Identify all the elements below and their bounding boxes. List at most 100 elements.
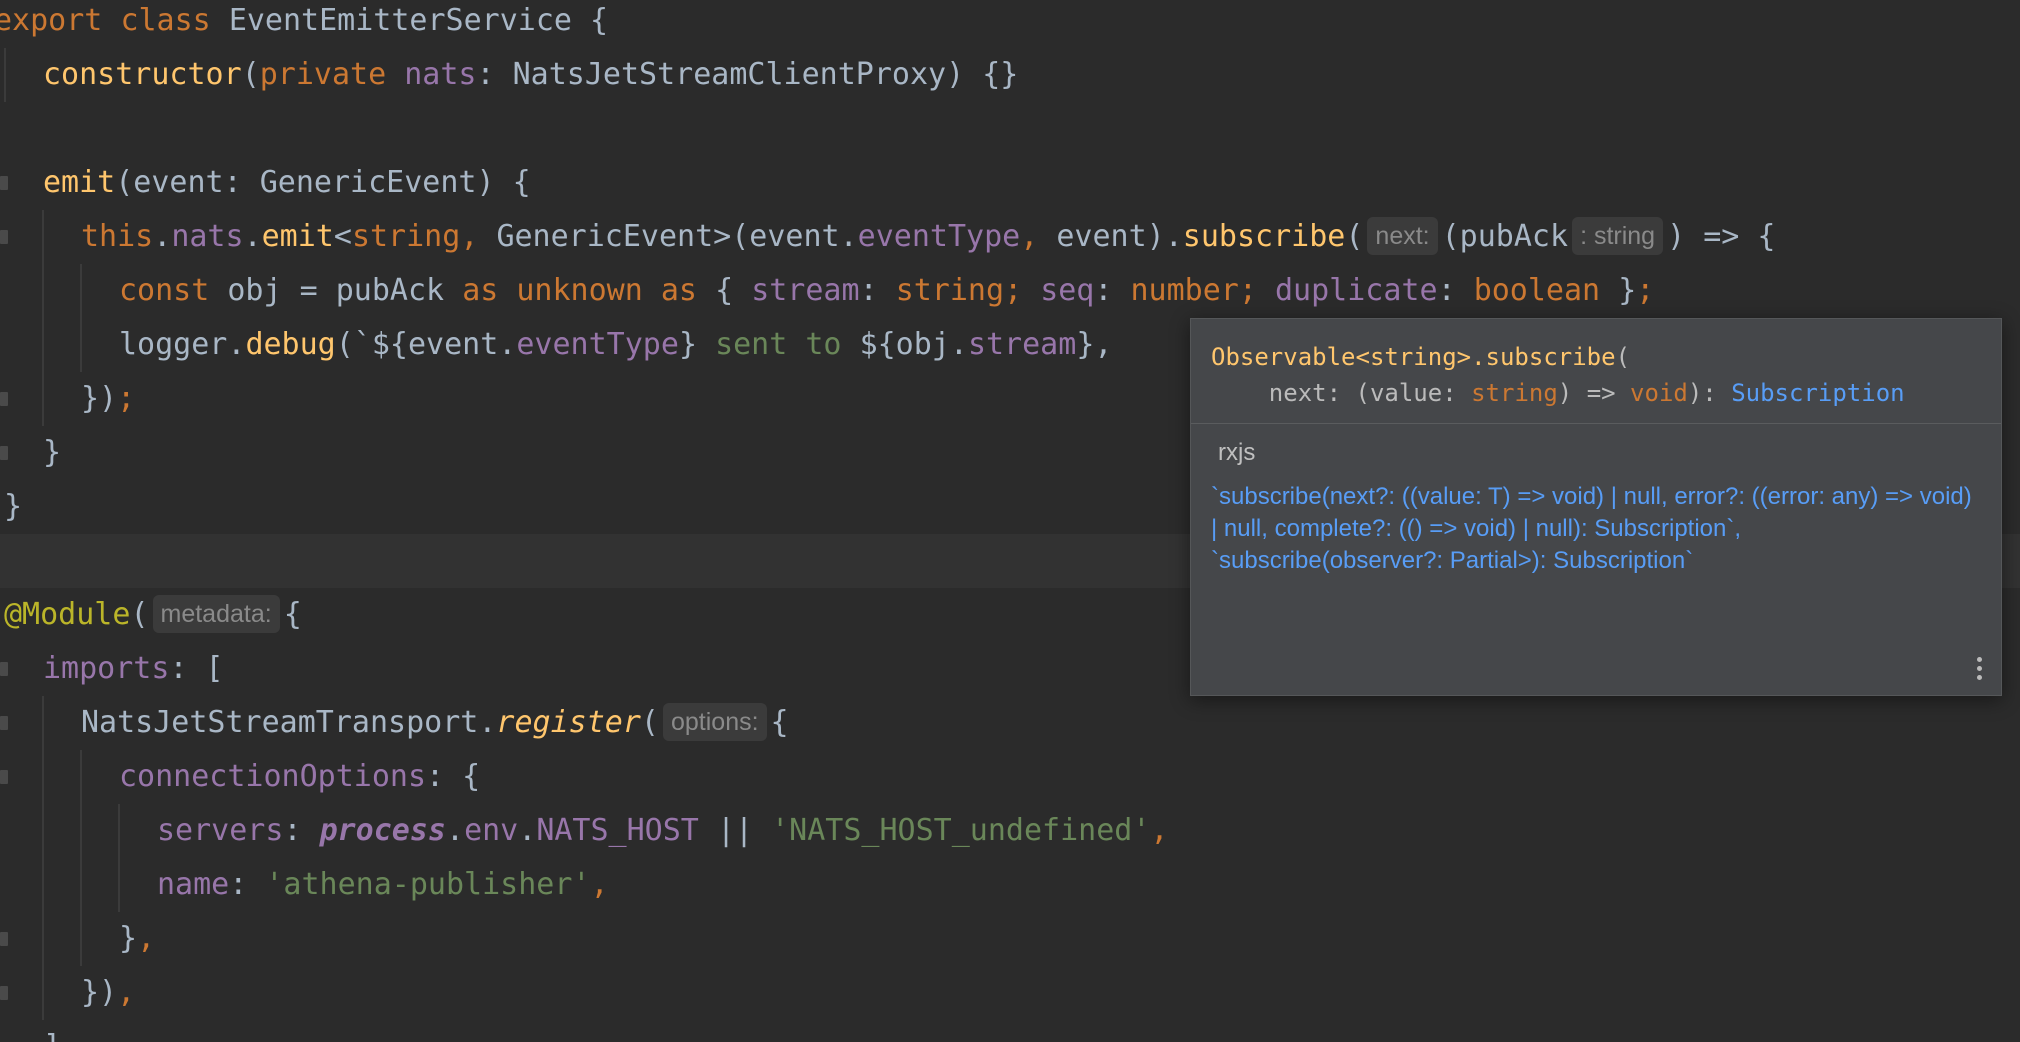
indent-guide [42,912,44,966]
indent-guide [42,804,44,858]
code-line[interactable]: constructor(private nats: NatsJetStreamC… [0,48,2020,102]
code-line[interactable]: NatsJetStreamTransport.register(options:… [0,696,2020,750]
code-token: nats [171,219,244,254]
code-line[interactable]: emit(event: GenericEvent) { [0,156,2020,210]
code-token: connectionOptions [119,759,427,794]
indent-guide [80,264,82,318]
code-line[interactable] [0,102,2020,156]
code-token: , [137,921,156,956]
code-token: : [859,273,896,308]
indent-guide [80,912,82,966]
code-line[interactable]: ] [0,1020,2020,1042]
fold-marker-icon[interactable] [0,716,8,730]
fold-marker-icon[interactable] [0,986,8,1000]
code-token: string [351,219,461,254]
code-line[interactable]: this.nats.emit<string, GenericEvent>(eve… [0,210,2020,264]
code-text: emit(event: GenericEvent) { [43,156,531,210]
code-token: } [4,489,23,524]
code-token: : [ [169,651,224,686]
signature-colon: ): [1687,379,1732,407]
code-line[interactable]: name: 'athena-publisher', [0,858,2020,912]
code-line[interactable]: export class EventEmitterService { [0,0,2020,48]
popup-divider [1191,423,2001,424]
code-token: nats [404,57,477,92]
code-token: ; [1004,273,1041,308]
code-token: } [1618,273,1637,308]
code-token: register [496,705,641,740]
code-token: < [333,219,352,254]
code-token: imports [43,651,170,686]
subscription-link[interactable]: Subscription [1731,379,1904,407]
code-token: GenericEvent>(event. [496,219,858,254]
code-token: ] [43,1029,61,1042]
code-token: constructor [43,57,242,92]
code-line[interactable]: }, [0,912,2020,966]
indent-guide [118,804,120,858]
code-text: export class EventEmitterService { [0,0,608,48]
code-token: process [319,813,446,848]
code-token: env [464,813,519,848]
code-token: event). [1056,219,1183,254]
code-token: eventType [857,219,1021,254]
code-token: . [243,219,262,254]
indent-guide [4,48,6,102]
fold-marker-icon[interactable] [0,392,8,406]
quick-documentation-popup[interactable]: Observable<string>.subscribe( next: (val… [1190,318,2002,696]
code-text: }, [119,912,155,966]
code-text: constructor(private nats: NatsJetStreamC… [43,48,1018,102]
fold-marker-icon[interactable] [0,446,8,460]
code-text: } [43,426,61,480]
code-token: : [283,813,320,848]
fold-marker-icon[interactable] [0,662,8,676]
code-token: subscribe [1182,219,1346,254]
code-text: this.nats.emit<string, GenericEvent>(eve… [81,210,1775,264]
code-token: ; [1238,273,1275,308]
code-token: }, [1076,327,1113,362]
code-token: 'athena-publisher' [265,867,591,902]
code-token: ${obj. [859,327,968,362]
code-token: stream [967,327,1077,362]
fold-marker-icon[interactable] [0,932,8,946]
indent-guide [42,750,44,804]
code-line[interactable]: servers: process.env.NATS_HOST || 'NATS_… [0,804,2020,858]
code-token: @Module [4,597,131,632]
indent-guide [80,318,82,372]
code-token: duplicate [1275,273,1438,308]
code-line[interactable]: connectionOptions: { [0,750,2020,804]
more-options-icon[interactable] [1977,657,1983,687]
code-token: ( [130,597,149,632]
documentation-text: `subscribe(next?: ((value: T) => void) |… [1211,481,1981,577]
fold-marker-icon[interactable] [0,176,8,190]
code-token: logger. [119,327,246,362]
code-token: { [715,273,752,308]
code-token: unknown [516,273,661,308]
indent-guide [42,966,44,1020]
code-token: EventEmitterService { [228,3,609,38]
code-token: }) [81,381,118,416]
code-token: class [120,3,229,38]
code-line[interactable]: }), [0,966,2020,1020]
code-token: . [446,813,465,848]
code-token: { [283,597,302,632]
code-line[interactable]: const obj = pubAck as unknown as { strea… [0,264,2020,318]
parameter-hint: : string [1572,217,1664,255]
code-text: }); [81,372,135,426]
code-text: NatsJetStreamTransport.register(options:… [81,696,789,750]
library-name: rxjs [1218,439,1256,466]
code-token: private [259,57,405,92]
code-token: emit [261,219,334,254]
indent-guide [42,696,44,750]
signature-param-type: string [1471,379,1558,407]
fold-marker-icon[interactable] [0,230,8,244]
code-token: }) [81,975,118,1010]
code-token: (event: GenericEvent) { [115,165,531,200]
indent-guide [80,804,82,858]
parameter-hint: metadata: [152,595,280,633]
code-token: this [81,219,154,254]
code-text: imports: [ [43,642,224,696]
code-token: , [117,975,136,1010]
signature-param: next: (value: [1211,379,1472,407]
code-text: @Module(metadata:{ [4,588,302,642]
code-token: : { [426,759,481,794]
fold-marker-icon[interactable] [0,770,8,784]
